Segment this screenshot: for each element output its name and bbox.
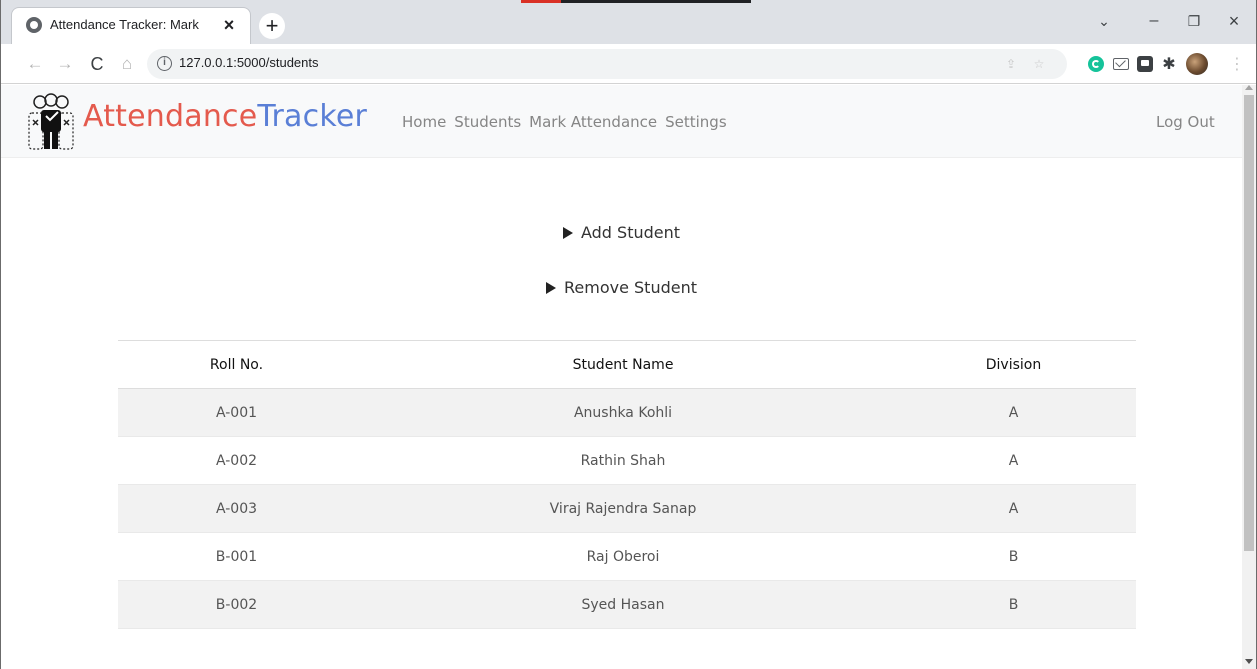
page-scrollbar[interactable] [1242, 85, 1256, 669]
cell-name: Viraj Rajendra Sanap [355, 484, 891, 533]
browser-toolbar: ← → C ⌂ i 127.0.0.1:5000/students ⇪ ☆ ✱ … [1, 44, 1256, 84]
cell-roll: B-002 [118, 580, 355, 629]
cell-division: A [891, 484, 1136, 533]
nav-link-students[interactable]: Students [454, 113, 521, 131]
table-header-row: Roll No. Student Name Division [118, 340, 1136, 389]
logout-link[interactable]: Log Out [1156, 113, 1215, 131]
people-logo-icon[interactable] [26, 93, 76, 153]
cell-division: A [891, 388, 1136, 437]
cell-division: B [891, 580, 1136, 629]
minimize-button[interactable]: – [1139, 8, 1169, 34]
new-tab-button[interactable]: + [259, 13, 285, 39]
tabstrip-accent-dark [561, 0, 751, 3]
close-tab-icon[interactable]: × [218, 14, 240, 36]
mail-extension-icon[interactable] [1113, 58, 1129, 70]
remove-student-toggle[interactable]: Remove Student [1, 278, 1242, 297]
cell-roll: B-001 [118, 532, 355, 581]
info-icon[interactable]: i [157, 56, 172, 71]
header-roll-no: Roll No. [118, 340, 355, 389]
header-division: Division [891, 340, 1136, 389]
share-icon[interactable]: ⇪ [1002, 55, 1020, 73]
brand-first-word: Attendance [83, 99, 258, 134]
address-bar[interactable]: i 127.0.0.1:5000/students ⇪ ☆ [147, 49, 1067, 79]
cell-roll: A-002 [118, 436, 355, 485]
table-row: A-002 Rathin Shah A [118, 436, 1136, 485]
disclosure-triangle-icon [546, 282, 556, 294]
close-window-button[interactable]: × [1219, 8, 1249, 34]
puzzle-icon[interactable]: ✱ [1161, 56, 1177, 72]
add-student-toggle[interactable]: Add Student [1, 223, 1242, 242]
profile-avatar[interactable] [1186, 53, 1208, 75]
cell-roll: A-001 [118, 388, 355, 437]
extension-icon[interactable] [1137, 56, 1153, 72]
maximize-button[interactable]: ❐ [1179, 8, 1209, 34]
table-row: A-003 Viraj Rajendra Sanap A [118, 484, 1136, 533]
tab-title: Attendance Tracker: Mark [50, 17, 199, 32]
grammarly-extension-icon[interactable] [1088, 56, 1104, 72]
home-icon[interactable]: ⌂ [115, 52, 139, 76]
tab-strip: Attendance Tracker: Mark × + ⌄ – ❐ × [1, 0, 1256, 44]
table-row: B-001 Raj Oberoi B [118, 532, 1136, 581]
kebab-menu-icon[interactable]: ⋮ [1229, 53, 1245, 75]
cell-division: B [891, 532, 1136, 581]
cell-name: Anushka Kohli [355, 388, 891, 437]
cell-name: Rathin Shah [355, 436, 891, 485]
cell-roll: A-003 [118, 484, 355, 533]
cell-division: A [891, 436, 1136, 485]
brand-logo[interactable]: AttendanceTracker [83, 95, 367, 139]
nav-links: Home Students Mark Attendance Settings [402, 113, 735, 131]
table-row: A-001 Anushka Kohli A [118, 388, 1136, 437]
cell-name: Syed Hasan [355, 580, 891, 629]
nav-link-home[interactable]: Home [402, 113, 446, 131]
scrollbar-thumb[interactable] [1244, 95, 1254, 551]
remove-student-label: Remove Student [564, 278, 697, 297]
star-icon[interactable]: ☆ [1030, 55, 1048, 73]
cell-name: Raj Oberoi [355, 532, 891, 581]
back-arrow-icon[interactable]: ← [23, 52, 47, 76]
globe-icon [26, 17, 42, 33]
add-student-label: Add Student [580, 223, 681, 242]
brand-second-word: Tracker [257, 99, 368, 134]
browser-window: Attendance Tracker: Mark × + ⌄ – ❐ × ← →… [0, 0, 1257, 669]
chevron-down-icon[interactable]: ⌄ [1089, 8, 1119, 34]
page-viewport: AttendanceTracker Home Students Mark Att… [1, 85, 1242, 669]
site-navbar: AttendanceTracker Home Students Mark Att… [1, 85, 1242, 158]
table-row: B-002 Syed Hasan B [118, 580, 1136, 629]
scroll-up-arrow-icon[interactable] [1245, 85, 1253, 90]
scroll-down-arrow-icon[interactable] [1245, 659, 1253, 664]
url-text[interactable]: 127.0.0.1:5000/students [179, 55, 319, 70]
forward-arrow-icon[interactable]: → [53, 52, 77, 76]
nav-link-mark-attendance[interactable]: Mark Attendance [529, 113, 657, 131]
reload-icon[interactable]: C [85, 52, 109, 76]
active-tab[interactable]: Attendance Tracker: Mark × [11, 7, 251, 44]
students-table: Roll No. Student Name Division A-001 Anu… [118, 340, 1136, 629]
nav-link-settings[interactable]: Settings [665, 113, 727, 131]
tabstrip-accent [521, 0, 561, 3]
header-student-name: Student Name [355, 340, 891, 389]
disclosure-triangle-icon [562, 227, 573, 239]
